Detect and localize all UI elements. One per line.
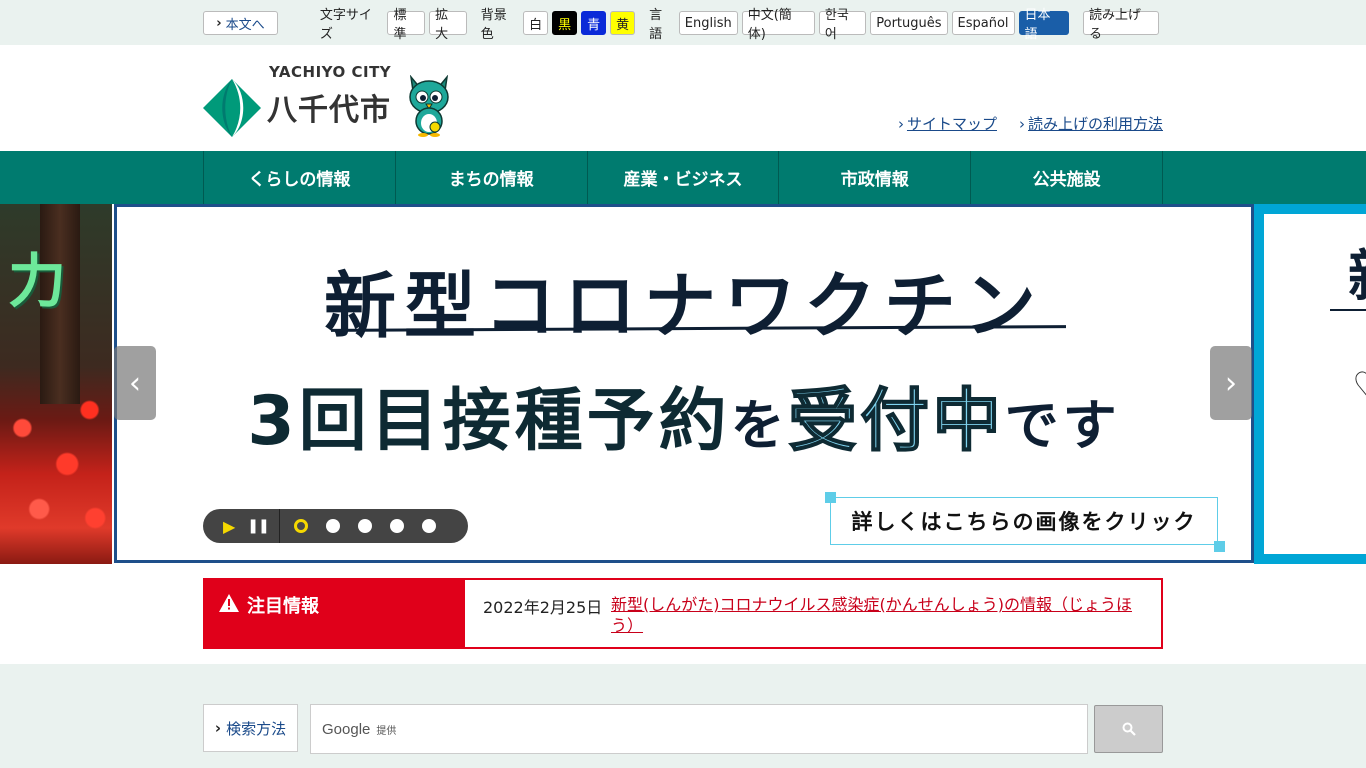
font-size-standard-button[interactable]: 標準 bbox=[387, 8, 426, 42]
red-flowers-image bbox=[0, 374, 112, 554]
lang-chinese-button[interactable]: 中文(簡体) bbox=[741, 8, 815, 42]
sitemap-link[interactable]: › サイトマップ bbox=[898, 113, 997, 134]
slide-subtitle-part-accepting: 受付中 bbox=[788, 381, 1005, 462]
logo-english-text: YACHIYO CITY bbox=[269, 63, 392, 81]
site-search-area: › 検索方法 Google 提供 bbox=[0, 664, 1366, 768]
featured-notice-heading: 注目情報 bbox=[205, 580, 465, 647]
nav-item-business[interactable]: 産業・ビジネス bbox=[588, 151, 780, 204]
featured-notice: 注目情報 2022年2月25日 新型(しんがた)コロナウイルス感染症(かんせんし… bbox=[203, 578, 1163, 649]
lang-english-button[interactable]: English bbox=[678, 11, 738, 35]
carousel-controls: ▶ ❚❚ bbox=[203, 509, 468, 543]
notice-area: 注目情報 2022年2月25日 新型(しんがた)コロナウイルス感染症(かんせんし… bbox=[0, 564, 1366, 664]
frame-corner-mark bbox=[1214, 541, 1225, 552]
controls-divider bbox=[279, 509, 280, 543]
carousel-dot-2[interactable] bbox=[326, 519, 340, 533]
search-method-label: 検索方法 bbox=[226, 719, 287, 738]
slide-click-instruction-text: 詳しくはこちらの画像をクリック bbox=[851, 510, 1197, 534]
header-links: › サイトマップ › 読み上げの利用方法 bbox=[876, 113, 1163, 134]
lang-spanish-button[interactable]: Español bbox=[951, 11, 1015, 35]
search-input[interactable]: Google 提供 bbox=[310, 704, 1088, 754]
bg-blue-button[interactable]: 青 bbox=[581, 11, 607, 35]
chevron-left-icon: ‹ bbox=[129, 365, 141, 401]
next-slide-frame: 新 ♡ bbox=[1264, 214, 1366, 554]
nav-item-city-government[interactable]: 市政情報 bbox=[779, 151, 972, 204]
sitemap-label: サイトマップ bbox=[906, 115, 997, 133]
search-submit-button[interactable] bbox=[1094, 705, 1163, 753]
banner-carousel: 力 新型コロナワクチン 3回目接種予約を受付中です 詳しくはこちらの画像をクリッ… bbox=[0, 204, 1366, 564]
google-brand-text: Google bbox=[322, 720, 371, 738]
lang-japanese-button[interactable]: 日本語 bbox=[1018, 8, 1069, 42]
search-method-button[interactable]: › 検索方法 bbox=[203, 704, 298, 752]
slide-click-instruction: 詳しくはこちらの画像をクリック bbox=[825, 492, 1225, 552]
main-navigation: くらしの情報 まちの情報 産業・ビジネス 市政情報 公共施設 bbox=[0, 151, 1366, 204]
carousel-next-button[interactable]: › bbox=[1210, 346, 1252, 420]
skip-to-content-button[interactable]: › 本文へ bbox=[203, 11, 278, 35]
read-aloud-button[interactable]: 読み上げる bbox=[1082, 8, 1159, 42]
logo-japanese-text: 八千代市 bbox=[267, 93, 391, 128]
site-header: YACHIYO CITY 八千代市 › サイトマップ › 読み上げの利用方法 bbox=[0, 45, 1366, 151]
google-provided-text: 提供 bbox=[376, 725, 397, 737]
notice-date: 2022年2月25日 bbox=[483, 598, 603, 617]
background-color-label: 背景色 bbox=[480, 8, 507, 42]
prev-slide-preview[interactable]: 力 bbox=[0, 204, 112, 564]
chevron-right-icon: › bbox=[1225, 365, 1237, 401]
utility-toolbar: › 本文へ 文字サイズ 標準 拡大 背景色 白 黒 青 黄 言語 English… bbox=[203, 8, 1163, 42]
search-icon bbox=[1122, 722, 1136, 736]
notice-covid-link[interactable]: 新型(しんがた)コロナウイルス感染症(かんせんしょう)の情報（じょうほう） bbox=[611, 580, 1161, 647]
carousel-prev-button[interactable]: ‹ bbox=[114, 346, 156, 420]
nav-item-public-facilities[interactable]: 公共施設 bbox=[971, 151, 1163, 204]
slide-subtitle-part-particle: を bbox=[730, 394, 789, 457]
bg-white-button[interactable]: 白 bbox=[523, 11, 549, 35]
utility-bar: › 本文へ 文字サイズ 標準 拡大 背景色 白 黒 青 黄 言語 English… bbox=[0, 0, 1366, 45]
font-size-large-button[interactable]: 拡大 bbox=[429, 8, 467, 42]
chevron-right-icon: › bbox=[897, 115, 904, 133]
play-icon[interactable]: ▶ bbox=[223, 517, 243, 536]
read-aloud-howto-link[interactable]: › 読み上げの利用方法 bbox=[1019, 113, 1163, 134]
skip-to-content-label: 本文へ bbox=[225, 17, 265, 33]
carousel-dot-5[interactable] bbox=[422, 519, 436, 533]
slide-subtitle: 3回目接種予約を受付中です bbox=[117, 365, 1251, 464]
bg-black-button[interactable]: 黒 bbox=[552, 11, 578, 35]
site-logo[interactable]: YACHIYO CITY 八千代市 bbox=[203, 63, 453, 141]
lang-portuguese-button[interactable]: Português bbox=[870, 11, 948, 35]
frame-corner-mark bbox=[825, 492, 836, 503]
nav-item-town[interactable]: まちの情報 bbox=[396, 151, 588, 204]
main-navigation-items: くらしの情報 まちの情報 産業・ビジネス 市政情報 公共施設 bbox=[203, 151, 1163, 204]
featured-notice-title: 注目情報 bbox=[247, 596, 319, 617]
pause-icon[interactable]: ❚❚ bbox=[243, 518, 273, 534]
carousel-dot-3[interactable] bbox=[358, 519, 372, 533]
yachiyo-logo-mark-icon bbox=[203, 79, 261, 137]
chevron-right-icon: › bbox=[214, 719, 222, 737]
heart-icon: ♡ bbox=[1352, 364, 1366, 408]
bg-yellow-button[interactable]: 黄 bbox=[610, 11, 636, 35]
slide-subtitle-part-booking: 3回目接種予約 bbox=[247, 382, 731, 461]
lang-korean-button[interactable]: 한국어 bbox=[818, 8, 867, 42]
prev-slide-text: 力 bbox=[8, 247, 67, 315]
nav-item-living[interactable]: くらしの情報 bbox=[204, 151, 396, 204]
slide-subtitle-part-copula: です bbox=[1004, 394, 1121, 457]
chevron-right-icon: › bbox=[216, 15, 222, 31]
next-slide-underline bbox=[1330, 309, 1366, 311]
chevron-right-icon: › bbox=[1018, 115, 1025, 133]
carousel-dot-4[interactable] bbox=[390, 519, 404, 533]
read-aloud-howto-label: 読み上げの利用方法 bbox=[1027, 115, 1163, 133]
language-label: 言語 bbox=[649, 8, 663, 42]
slide-title: 新型コロナワクチン bbox=[323, 264, 1044, 348]
next-slide-text: 新 bbox=[1348, 232, 1366, 313]
font-size-label: 文字サイズ bbox=[319, 8, 372, 42]
carousel-dot-1[interactable] bbox=[294, 519, 308, 533]
next-slide-preview[interactable]: 新 ♡ bbox=[1254, 204, 1366, 564]
mascot-owl-icon bbox=[409, 75, 449, 137]
warning-icon bbox=[219, 594, 239, 612]
